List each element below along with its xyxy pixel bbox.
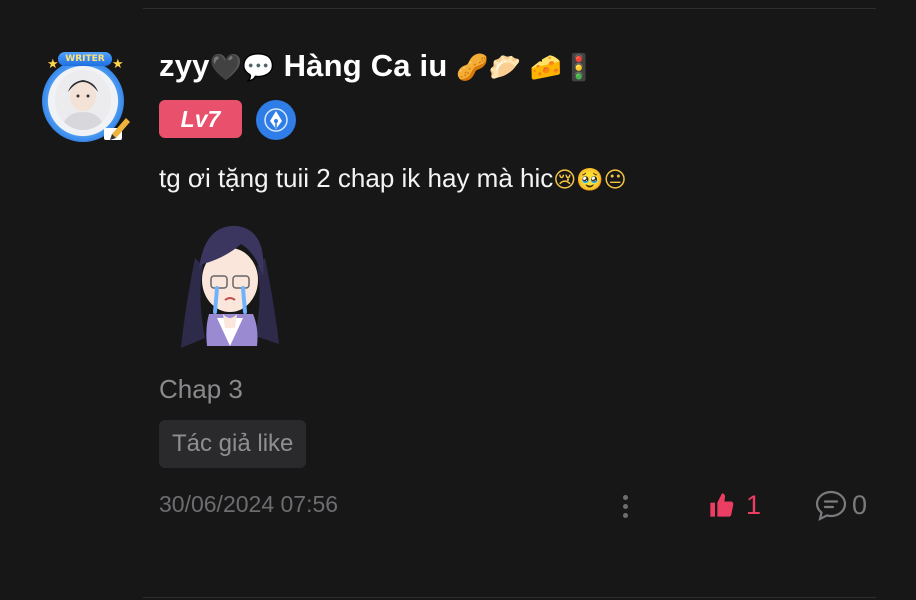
- author-emojis-after: 🥜🥟 🧀🚦: [456, 53, 596, 83]
- more-vertical-icon[interactable]: [614, 490, 636, 522]
- comment-timestamp: 30/06/2024 07:56: [159, 491, 339, 517]
- reply-button[interactable]: 0: [814, 488, 867, 522]
- pencil-icon: [104, 118, 130, 140]
- author-name-line[interactable]: zyy🖤💬 Hàng Ca iu 🥜🥟 🧀🚦: [159, 48, 595, 84]
- comment-emojis: 😢🥹😐: [553, 167, 627, 192]
- comment-text: tg ơi tặng tuii 2 chap ik hay mà hic😢🥹😐: [159, 163, 627, 194]
- star-icon: ★: [112, 56, 124, 71]
- like-count: 1: [746, 489, 762, 520]
- chapter-label[interactable]: Chap 3: [159, 374, 243, 405]
- bottom-divider: [143, 597, 876, 598]
- crying-anime-sticker[interactable]: [175, 218, 285, 354]
- author-name[interactable]: zyy: [159, 48, 210, 83]
- thumbs-up-icon: [710, 493, 734, 517]
- top-divider: [143, 8, 876, 9]
- author-nickname[interactable]: Hàng Ca iu: [284, 48, 448, 83]
- star-icon: ★: [47, 56, 59, 71]
- author-like-tag: Tác giả like: [159, 420, 307, 468]
- writer-badge: WRITER: [58, 52, 112, 66]
- reply-count: 0: [852, 489, 868, 520]
- author-emojis-before: 🖤💬: [209, 53, 275, 83]
- pen-nib-icon: [256, 100, 296, 140]
- avatar[interactable]: WRITER ★ ★: [38, 52, 134, 142]
- comment-body: tg ơi tặng tuii 2 chap ik hay mà hic: [159, 163, 554, 193]
- like-button[interactable]: 1: [708, 488, 761, 522]
- comment-bubble-icon: [815, 490, 847, 522]
- level-badge: Lv7: [159, 100, 242, 138]
